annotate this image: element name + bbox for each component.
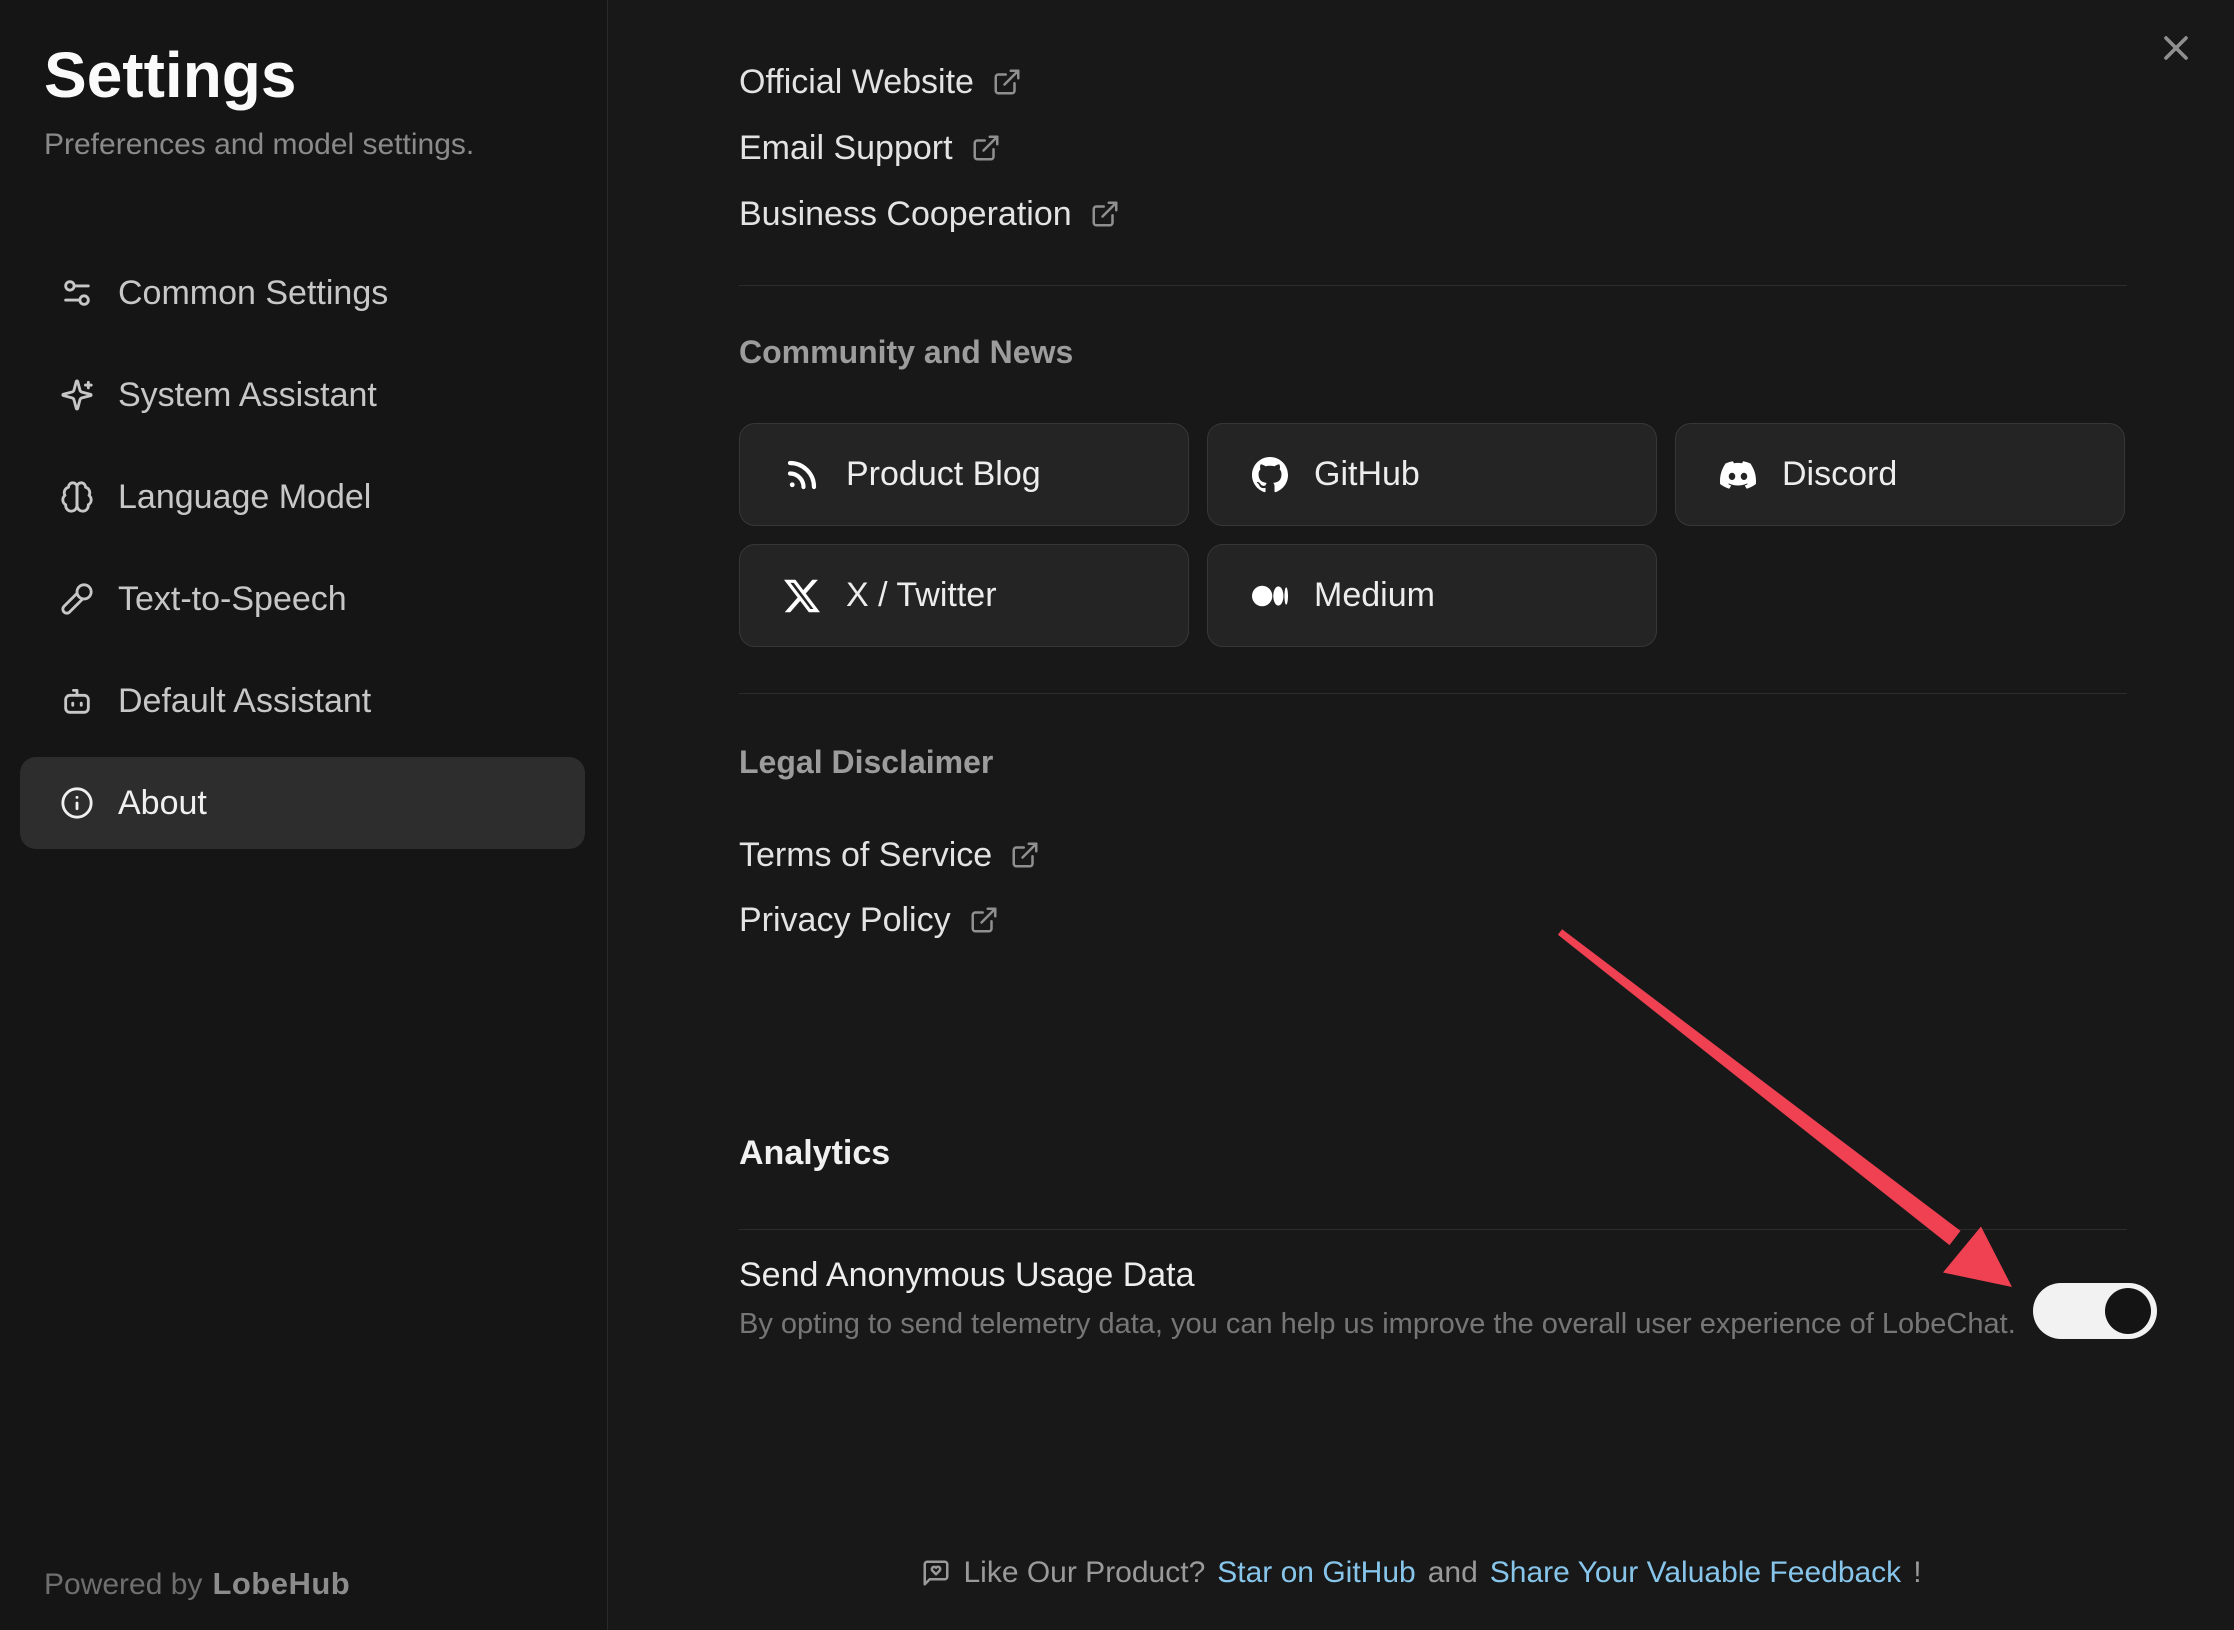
button-label: Medium bbox=[1314, 576, 1435, 615]
product-blog-button[interactable]: Product Blog bbox=[739, 423, 1189, 526]
footer-suffix: ! bbox=[1913, 1556, 1921, 1590]
about-content: Contact Us Official Website Email Suppor… bbox=[739, 0, 2129, 1630]
privacy-policy-link[interactable]: Privacy Policy bbox=[739, 896, 999, 944]
github-button[interactable]: GitHub bbox=[1207, 423, 1657, 526]
powered-by-text: Powered by bbox=[44, 1568, 202, 1601]
page-subtitle: Preferences and model settings. bbox=[44, 128, 474, 162]
usage-data-toggle[interactable] bbox=[2033, 1283, 2157, 1339]
sidebar-item-label: Common Settings bbox=[118, 274, 388, 313]
brain-icon bbox=[60, 480, 94, 514]
message-heart-icon bbox=[921, 1558, 951, 1588]
contact-us-heading: Contact Us bbox=[739, 0, 908, 7]
powered-by: Powered by LobeHub bbox=[44, 1566, 350, 1602]
sidebar-item-label: About bbox=[118, 784, 207, 823]
close-button[interactable] bbox=[2152, 24, 2200, 72]
section-divider bbox=[739, 693, 2127, 694]
close-icon bbox=[2156, 28, 2196, 68]
terms-of-service-link[interactable]: Terms of Service bbox=[739, 831, 1040, 879]
legal-heading: Legal Disclaimer bbox=[739, 744, 993, 781]
info-icon bbox=[60, 786, 94, 820]
brand-logo: LobeHub bbox=[212, 1566, 350, 1601]
star-on-github-link[interactable]: Star on GitHub bbox=[1217, 1556, 1415, 1590]
usage-data-description: By opting to send telemetry data, you ca… bbox=[739, 1308, 2016, 1341]
github-icon bbox=[1252, 457, 1288, 493]
sidebar-item-common-settings[interactable]: Common Settings bbox=[20, 247, 585, 339]
link-label: Email Support bbox=[739, 129, 953, 168]
mic-icon bbox=[60, 582, 94, 616]
sidebar-item-label: Text-to-Speech bbox=[118, 580, 347, 619]
usage-data-label: Send Anonymous Usage Data bbox=[739, 1256, 1195, 1295]
business-cooperation-link[interactable]: Business Cooperation bbox=[739, 190, 1120, 238]
analytics-heading: Analytics bbox=[739, 1134, 890, 1173]
about-panel: Contact Us Official Website Email Suppor… bbox=[609, 0, 2234, 1630]
button-label: X / Twitter bbox=[846, 576, 997, 615]
link-label: Business Cooperation bbox=[739, 195, 1072, 234]
section-divider bbox=[739, 1229, 2127, 1230]
page-title: Settings bbox=[44, 38, 296, 112]
share-feedback-link[interactable]: Share Your Valuable Feedback bbox=[1490, 1556, 1901, 1590]
external-link-icon bbox=[1010, 840, 1040, 870]
medium-button[interactable]: Medium bbox=[1207, 544, 1657, 647]
medium-icon bbox=[1252, 578, 1288, 614]
section-divider bbox=[739, 285, 2127, 286]
bot-icon bbox=[60, 684, 94, 718]
sidebar-item-text-to-speech[interactable]: Text-to-Speech bbox=[20, 553, 585, 645]
discord-icon bbox=[1720, 457, 1756, 493]
sidebar-item-label: System Assistant bbox=[118, 376, 377, 415]
x-twitter-button[interactable]: X / Twitter bbox=[739, 544, 1189, 647]
rss-icon bbox=[784, 457, 820, 493]
settings-sidebar: Settings Preferences and model settings.… bbox=[0, 0, 608, 1630]
link-label: Terms of Service bbox=[739, 836, 992, 875]
feedback-footer: Like Our Product? Star on GitHub and Sha… bbox=[609, 1556, 2234, 1590]
button-label: Product Blog bbox=[846, 455, 1041, 494]
discord-button[interactable]: Discord bbox=[1675, 423, 2125, 526]
footer-prefix: Like Our Product? bbox=[963, 1556, 1205, 1590]
sidebar-item-label: Language Model bbox=[118, 478, 371, 517]
official-website-link[interactable]: Official Website bbox=[739, 58, 1022, 106]
sidebar-item-about[interactable]: About bbox=[20, 757, 585, 849]
sidebar-item-language-model[interactable]: Language Model bbox=[20, 451, 585, 543]
button-label: GitHub bbox=[1314, 455, 1420, 494]
settings-modal: Settings Preferences and model settings.… bbox=[0, 0, 2234, 1630]
external-link-icon bbox=[992, 67, 1022, 97]
button-label: Discord bbox=[1782, 455, 1897, 494]
external-link-icon bbox=[969, 905, 999, 935]
toggle-knob bbox=[2105, 1288, 2151, 1334]
external-link-icon bbox=[1090, 199, 1120, 229]
link-label: Privacy Policy bbox=[739, 901, 951, 940]
sidebar-item-label: Default Assistant bbox=[118, 682, 371, 721]
x-twitter-icon bbox=[784, 578, 820, 614]
email-support-link[interactable]: Email Support bbox=[739, 124, 1001, 172]
external-link-icon bbox=[971, 133, 1001, 163]
community-heading: Community and News bbox=[739, 334, 1073, 371]
footer-middle: and bbox=[1428, 1556, 1478, 1590]
sparkles-icon bbox=[60, 378, 94, 412]
link-label: Official Website bbox=[739, 63, 974, 102]
sidebar-nav: Common Settings System Assistant Languag… bbox=[20, 247, 585, 859]
sliders-icon bbox=[60, 276, 94, 310]
sidebar-item-default-assistant[interactable]: Default Assistant bbox=[20, 655, 585, 747]
sidebar-item-system-assistant[interactable]: System Assistant bbox=[20, 349, 585, 441]
